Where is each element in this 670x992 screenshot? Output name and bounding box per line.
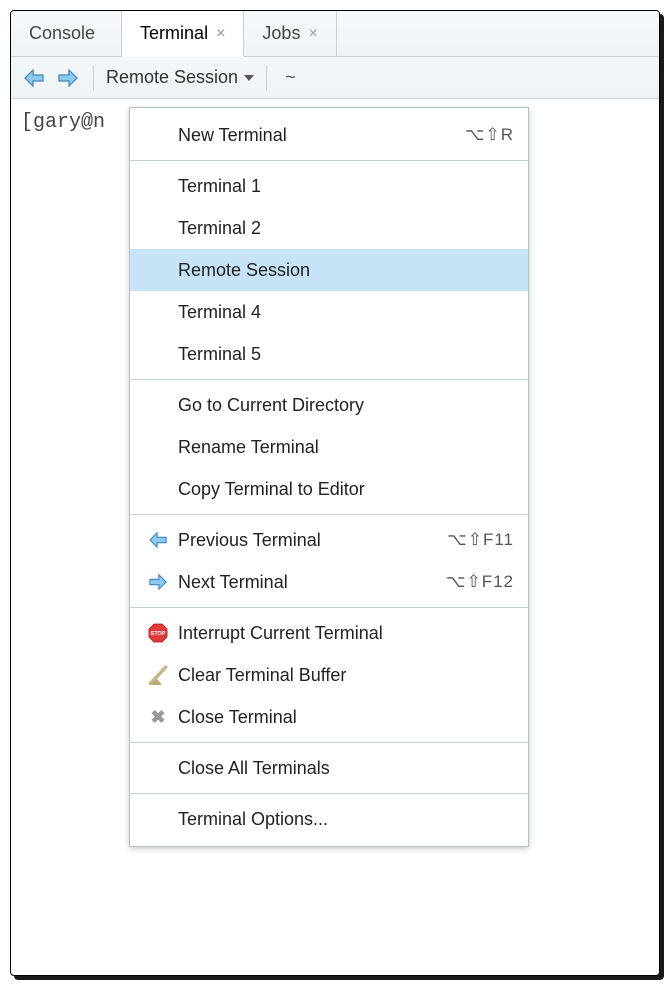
next-terminal-button[interactable] — [55, 65, 81, 91]
tab-label: Jobs — [262, 23, 300, 44]
tabbar: Console Terminal × Jobs × — [11, 11, 659, 57]
menu-close-all[interactable]: Close All Terminals — [130, 747, 528, 789]
separator — [93, 65, 94, 91]
tab-label: Console — [29, 23, 95, 44]
path-label: ~ — [279, 67, 302, 88]
menu-separator — [130, 742, 528, 743]
tab-jobs[interactable]: Jobs × — [244, 11, 336, 56]
arrow-left-icon — [23, 68, 45, 88]
prev-terminal-button[interactable] — [21, 65, 47, 91]
menu-copy-to-editor[interactable]: Copy Terminal to Editor — [130, 468, 528, 510]
menu-clear-buffer[interactable]: Clear Terminal Buffer — [130, 654, 528, 696]
menu-item-label: Rename Terminal — [172, 437, 514, 458]
terminal-session-dropdown[interactable]: Remote Session — [106, 67, 254, 88]
menu-terminal-2[interactable]: Terminal 2 — [130, 207, 528, 249]
tab-label: Terminal — [140, 23, 208, 44]
tab-terminal[interactable]: Terminal × — [122, 11, 244, 57]
chevron-down-icon — [244, 75, 254, 81]
menu-terminal-5[interactable]: Terminal 5 — [130, 333, 528, 375]
menu-separator — [130, 514, 528, 515]
broom-icon — [144, 665, 172, 685]
menu-new-terminal[interactable]: New Terminal ⌥⇧R — [130, 114, 528, 156]
svg-text:STOP: STOP — [151, 631, 166, 637]
menu-separator — [130, 793, 528, 794]
menu-interrupt[interactable]: STOP Interrupt Current Terminal — [130, 612, 528, 654]
menu-item-label: Terminal 5 — [172, 344, 514, 365]
menu-item-label: Terminal 2 — [172, 218, 514, 239]
panel: Console Terminal × Jobs × Remote Session — [10, 10, 660, 976]
stop-icon: STOP — [144, 623, 172, 643]
menu-terminal-1[interactable]: Terminal 1 — [130, 165, 528, 207]
menu-item-label: Clear Terminal Buffer — [172, 665, 514, 686]
menu-item-label: Next Terminal — [172, 572, 446, 593]
menu-item-label: Copy Terminal to Editor — [172, 479, 514, 500]
close-icon: ✖ — [144, 707, 172, 728]
separator — [266, 65, 267, 91]
terminal-dropdown-menu: New Terminal ⌥⇧R Terminal 1 Terminal 2 R… — [129, 107, 529, 847]
menu-item-label: Previous Terminal — [172, 530, 447, 551]
menu-item-label: Terminal Options... — [172, 809, 514, 830]
terminal-prompt-text: [gary@n — [21, 111, 105, 134]
menu-prev-terminal[interactable]: Previous Terminal ⌥⇧F11 — [130, 519, 528, 561]
menu-close-terminal[interactable]: ✖ Close Terminal — [130, 696, 528, 738]
menu-shortcut: ⌥⇧F12 — [446, 572, 514, 592]
menu-terminal-options[interactable]: Terminal Options... — [130, 798, 528, 840]
menu-item-label: New Terminal — [172, 125, 465, 146]
tab-console[interactable]: Console — [11, 11, 122, 56]
toolbar: Remote Session ~ — [11, 57, 659, 99]
menu-shortcut: ⌥⇧R — [465, 125, 514, 145]
menu-terminal-4[interactable]: Terminal 4 — [130, 291, 528, 333]
menu-item-label: Terminal 1 — [172, 176, 514, 197]
menu-separator — [130, 379, 528, 380]
close-icon[interactable]: × — [216, 25, 225, 43]
menu-item-label: Interrupt Current Terminal — [172, 623, 514, 644]
menu-item-label: Remote Session — [172, 260, 514, 281]
arrow-right-icon — [57, 68, 79, 88]
menu-item-label: Close All Terminals — [172, 758, 514, 779]
dropdown-text: Remote Session — [106, 67, 238, 88]
arrow-left-icon — [144, 531, 172, 549]
menu-shortcut: ⌥⇧F11 — [447, 530, 514, 550]
menu-item-label: Close Terminal — [172, 707, 514, 728]
menu-rename-terminal[interactable]: Rename Terminal — [130, 426, 528, 468]
menu-go-current-dir[interactable]: Go to Current Directory — [130, 384, 528, 426]
menu-next-terminal[interactable]: Next Terminal ⌥⇧F12 — [130, 561, 528, 603]
close-icon[interactable]: × — [308, 25, 317, 43]
menu-item-label: Terminal 4 — [172, 302, 514, 323]
menu-separator — [130, 607, 528, 608]
menu-separator — [130, 160, 528, 161]
menu-item-label: Go to Current Directory — [172, 395, 514, 416]
arrow-right-icon — [144, 573, 172, 591]
menu-remote-session[interactable]: Remote Session — [130, 249, 528, 291]
